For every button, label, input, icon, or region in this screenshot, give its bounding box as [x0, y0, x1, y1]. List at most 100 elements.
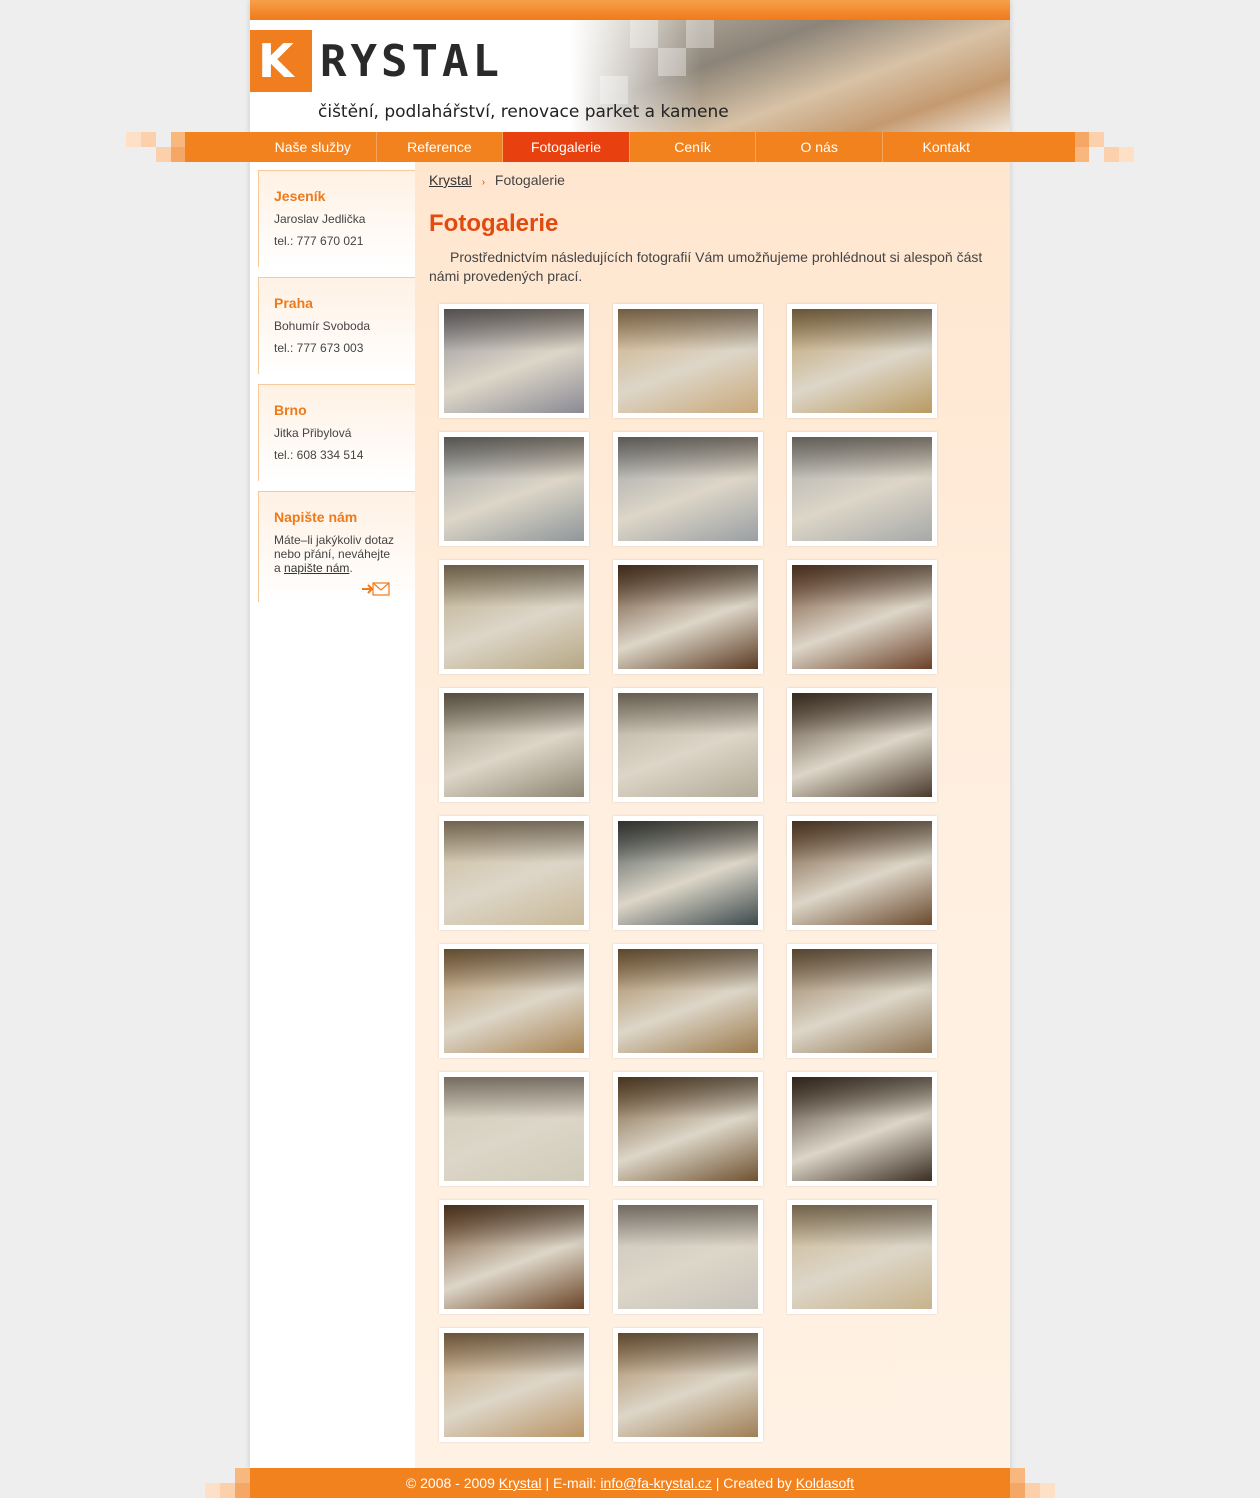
gallery-thumbnail[interactable] — [613, 816, 763, 930]
office-city: Praha — [274, 295, 313, 311]
office-jesenik: Jeseník Jaroslav Jedlička tel.: 777 670 … — [258, 170, 424, 267]
gallery-photo — [618, 1333, 758, 1437]
gallery-thumbnail[interactable] — [439, 816, 589, 930]
office-phone: tel.: 608 334 514 — [274, 448, 364, 462]
gallery-thumbnail[interactable] — [439, 688, 589, 802]
gallery-thumbnail[interactable] — [787, 1200, 937, 1314]
contact-title: Napište nám — [274, 509, 358, 525]
footer-created-label: | Created by — [715, 1475, 792, 1491]
gallery-photo — [792, 1205, 932, 1309]
gallery-photo — [618, 949, 758, 1053]
gallery-thumbnail[interactable] — [613, 1072, 763, 1186]
gallery-thumbnail[interactable] — [613, 560, 763, 674]
nav-item-reference[interactable]: Reference — [377, 132, 504, 162]
header: K RYSTAL čištění, podlahářství, renovace… — [250, 20, 1010, 132]
office-person: Jaroslav Jedlička — [274, 212, 366, 226]
nav-item-kontakt[interactable]: Kontakt — [883, 132, 1010, 162]
gallery-thumbnail[interactable] — [613, 304, 763, 418]
logo-word: RYSTAL — [320, 36, 503, 87]
office-person: Jitka Přibylová — [274, 426, 352, 440]
gallery-photo — [444, 821, 584, 925]
gallery-photo — [444, 949, 584, 1053]
top-bar — [250, 0, 1010, 20]
footer-creator-link[interactable]: Koldasoft — [796, 1475, 854, 1491]
main-content: Krystal › Fotogalerie Fotogalerie Prostř… — [415, 162, 1010, 1468]
contact-text: Máte–li jakýkoliv dotaz nebo přání, nevá… — [274, 533, 395, 575]
mail-arrow-icon[interactable] — [362, 581, 390, 597]
gallery-photo — [792, 437, 932, 541]
nav-item-nase-sluzby[interactable]: Naše služby — [250, 132, 377, 162]
gallery-photo — [444, 1077, 584, 1181]
gallery-thumbnail[interactable] — [787, 560, 937, 674]
gallery-thumbnail[interactable] — [613, 432, 763, 546]
gallery-thumbnail[interactable] — [613, 1200, 763, 1314]
nav-item-o-nas[interactable]: O nás — [756, 132, 883, 162]
chevron-right-icon: › — [481, 177, 486, 188]
sidebar: Jeseník Jaroslav Jedlička tel.: 777 670 … — [250, 162, 424, 1468]
office-phone: tel.: 777 670 021 — [274, 234, 364, 248]
gallery-photo — [618, 1205, 758, 1309]
breadcrumb-current: Fotogalerie — [494, 172, 565, 188]
footer-site-link[interactable]: Krystal — [499, 1475, 542, 1491]
gallery-photo — [792, 565, 932, 669]
gallery-photo — [444, 693, 584, 797]
gallery-thumbnail[interactable] — [439, 1328, 589, 1442]
nav-item-fotogalerie[interactable]: Fotogalerie — [503, 132, 630, 162]
gallery-thumbnail[interactable] — [787, 688, 937, 802]
gallery-photo — [792, 1077, 932, 1181]
gallery-thumbnail[interactable] — [787, 432, 937, 546]
office-phone: tel.: 777 673 003 — [274, 341, 364, 355]
footer: © 2008 - 2009 Krystal | E-mail: info@fa-… — [250, 1468, 1010, 1498]
gallery-photo — [618, 309, 758, 413]
gallery-thumbnail[interactable] — [613, 944, 763, 1058]
gallery-photo — [444, 437, 584, 541]
office-city: Brno — [274, 402, 307, 418]
gallery-photo — [444, 565, 584, 669]
gallery-thumbnail[interactable] — [787, 944, 937, 1058]
gallery-photo — [792, 309, 932, 413]
footer-decoration-right — [1010, 1468, 1055, 1498]
nav-item-cenik[interactable]: Ceník — [630, 132, 757, 162]
contact-box: Napište nám Máte–li jakýkoliv dotaz nebo… — [258, 491, 424, 602]
gallery-thumbnail[interactable] — [787, 304, 937, 418]
gallery-thumbnail[interactable] — [439, 1200, 589, 1314]
office-brno: Brno Jitka Přibylová tel.: 608 334 514 — [258, 384, 424, 481]
gallery-photo — [618, 693, 758, 797]
gallery-photo — [618, 1077, 758, 1181]
office-person: Bohumír Svoboda — [274, 319, 371, 333]
gallery-photo — [792, 949, 932, 1053]
gallery-photo — [444, 309, 584, 413]
nav-decoration-left — [126, 132, 186, 162]
tagline: čištění, podlahářství, renovace parket a… — [318, 102, 729, 122]
footer-email-label: | E-mail: — [545, 1475, 597, 1491]
gallery-photo — [618, 437, 758, 541]
gallery-thumbnail[interactable] — [787, 1072, 937, 1186]
page-intro: Prostřednictvím následujících fotografií… — [429, 249, 983, 284]
gallery-thumbnail[interactable] — [439, 432, 589, 546]
gallery-thumbnail[interactable] — [439, 304, 589, 418]
gallery-photo — [792, 693, 932, 797]
gallery-thumbnail[interactable] — [439, 560, 589, 674]
gallery-photo — [618, 821, 758, 925]
footer-copyright: © 2008 - 2009 — [405, 1475, 495, 1491]
gallery-thumbnail[interactable] — [787, 816, 937, 930]
office-city: Jeseník — [274, 188, 326, 204]
footer-email-link[interactable]: info@fa-krystal.cz — [600, 1475, 711, 1491]
gallery-photo — [792, 821, 932, 925]
gallery-photo — [444, 1205, 584, 1309]
logo-mark: K — [250, 30, 312, 92]
page-title: Fotogalerie — [429, 210, 559, 237]
gallery-thumbnail[interactable] — [439, 944, 589, 1058]
breadcrumb-home[interactable]: Krystal — [429, 172, 472, 188]
breadcrumb: Krystal › Fotogalerie — [429, 172, 565, 188]
office-praha: Praha Bohumír Svoboda tel.: 777 673 003 — [258, 277, 424, 374]
footer-decoration-left — [205, 1468, 250, 1498]
main-nav: Naše služby Reference Fotogalerie Ceník … — [250, 132, 1010, 162]
gallery-photo — [444, 1333, 584, 1437]
contact-link[interactable]: napište nám — [284, 561, 349, 575]
gallery-thumbnail[interactable] — [439, 1072, 589, 1186]
gallery-photo — [618, 565, 758, 669]
gallery-thumbnail[interactable] — [613, 1328, 763, 1442]
gallery-thumbnail[interactable] — [613, 688, 763, 802]
nav-decoration-right — [1074, 132, 1134, 162]
